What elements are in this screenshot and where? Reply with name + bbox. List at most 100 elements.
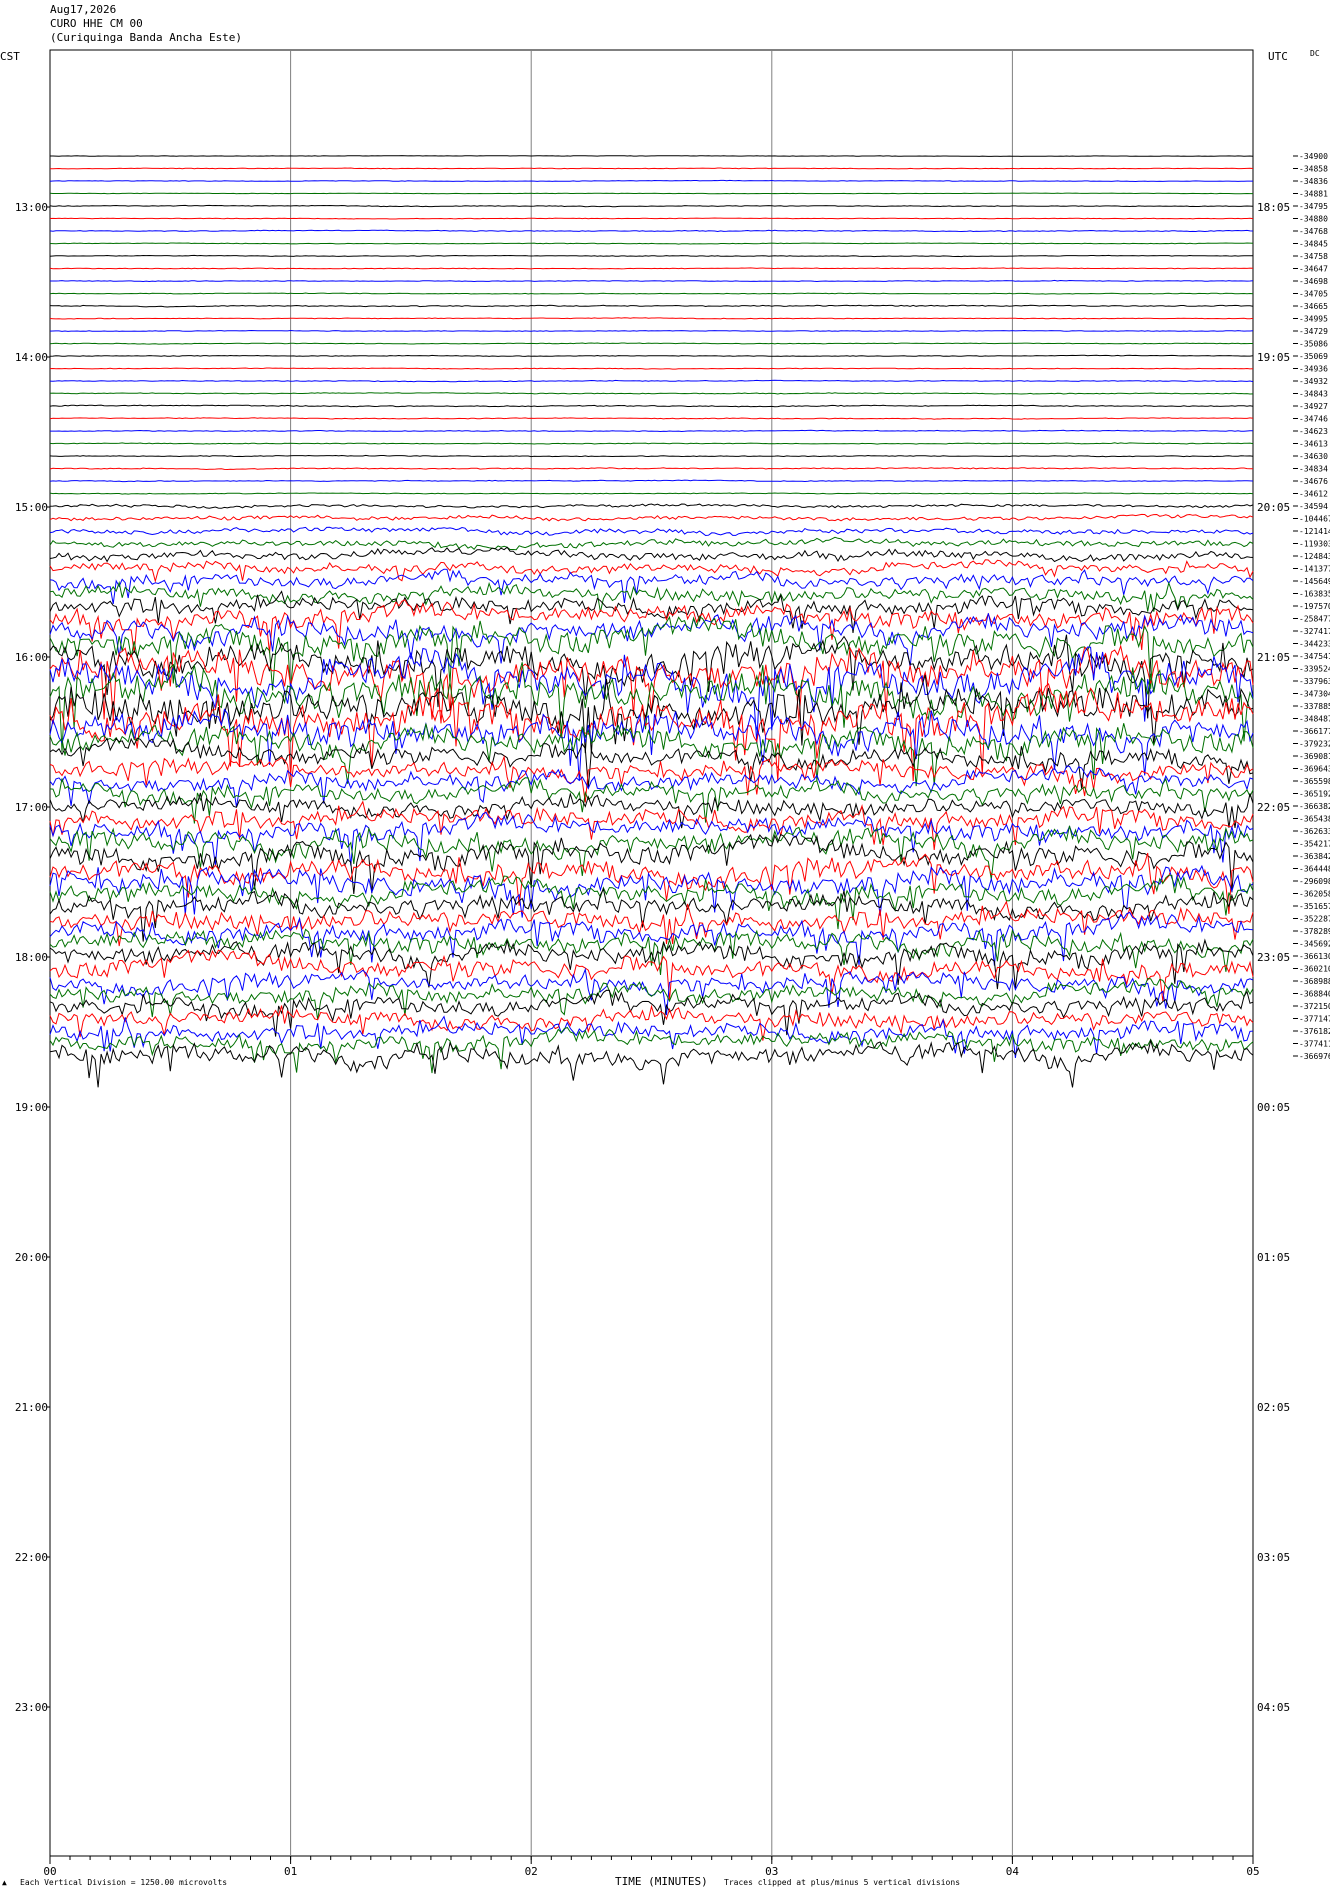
trace-offset-label: -34927 — [1299, 402, 1328, 411]
right-hour-label: 19:05 — [1257, 351, 1290, 364]
seismic-trace — [49, 615, 1254, 691]
trace-offset-label: -378289 — [1299, 927, 1330, 936]
seismic-trace — [49, 526, 1254, 537]
header-date: Aug17,2026 — [50, 3, 117, 16]
trace-offset-label: -366976 — [1299, 1052, 1330, 1061]
seismic-trace — [49, 683, 1254, 782]
seismic-trace — [49, 568, 1254, 604]
trace-offset-label: -119303 — [1299, 540, 1330, 549]
seismic-trace — [49, 708, 1254, 781]
trace-offset-label: -34758 — [1299, 252, 1328, 261]
seismic-trace — [49, 379, 1254, 383]
trace-offset-label: -379232 — [1299, 740, 1330, 749]
seismic-trace — [49, 1004, 1254, 1041]
trace-offset-label: -377147 — [1299, 1015, 1330, 1024]
x-axis-label: TIME (MINUTES) — [615, 1875, 708, 1888]
trace-offset-label: -372150 — [1299, 1002, 1330, 1011]
trace-offset-label: -34594 — [1299, 502, 1328, 511]
seismic-trace — [49, 503, 1254, 509]
trace-offset-label: -369081 — [1299, 752, 1330, 761]
trace-offset-label: -34836 — [1299, 177, 1328, 186]
trace-offset-label: -362633 — [1299, 827, 1330, 836]
x-tick-label: 05 — [1246, 1865, 1259, 1878]
header-channel: CURO HHE CM 00 — [50, 17, 143, 30]
trace-offset-label: -34768 — [1299, 227, 1328, 236]
seismic-trace — [49, 454, 1254, 458]
right-hour-label: 01:05 — [1257, 1251, 1290, 1264]
trace-offset-label: -34729 — [1299, 327, 1328, 336]
trace-offset-label: -35069 — [1299, 352, 1328, 361]
trace-offset-label: -348487 — [1299, 715, 1330, 724]
x-minor-ticks — [69, 1856, 1234, 1860]
trace-offset-label: -365192 — [1299, 790, 1330, 799]
right-hour-label: 04:05 — [1257, 1701, 1290, 1714]
seismic-trace — [49, 777, 1254, 824]
trace-offset-label: -34834 — [1299, 465, 1328, 474]
trace-offset-label: -197570 — [1299, 602, 1330, 611]
trace-offset-label: -34705 — [1299, 290, 1328, 299]
seismic-trace — [49, 800, 1254, 850]
trace-offset-label: -34932 — [1299, 377, 1328, 386]
left-hour-label: 23:00 — [15, 1701, 48, 1714]
seismic-trace — [49, 217, 1254, 220]
seismic-trace — [49, 254, 1253, 258]
trace-offset-label: -363842 — [1299, 852, 1330, 861]
trace-offset-label: -347304 — [1299, 690, 1330, 699]
trace-offset-label: -35086 — [1299, 340, 1328, 349]
x-tick-label: 01 — [284, 1865, 297, 1878]
trace-offset-label: -121414 — [1299, 527, 1330, 536]
trace-offset-label: -351657 — [1299, 902, 1330, 911]
seismic-trace — [50, 167, 1254, 170]
trace-offset-label: -141377 — [1299, 565, 1330, 574]
seismic-trace — [49, 292, 1254, 295]
trace-offset-label: -34612 — [1299, 490, 1328, 499]
right-hour-label: 02:05 — [1257, 1401, 1290, 1414]
helicorder-plot: 00 01 02 03 04 05 13:00 14:00 15:00 16:00 17:00 18:… — [15, 49, 1330, 1878]
seismic-trace — [49, 179, 1253, 183]
x-tick-label: 03 — [765, 1865, 778, 1878]
trace-offset-label: -377411 — [1299, 1040, 1330, 1049]
seismic-trace — [49, 404, 1254, 408]
header-station-name: (Curiquinga Banda Ancha Este) — [50, 31, 243, 44]
seismic-trace — [49, 417, 1254, 420]
trace-offset-label: -163835 — [1299, 590, 1330, 599]
left-hour-label: 13:00 — [15, 201, 48, 214]
trace-offset-label: -34795 — [1299, 202, 1328, 211]
seismic-trace — [49, 354, 1254, 357]
left-timezone-label: CST — [0, 50, 20, 63]
trace-offset-label: -145649 — [1299, 577, 1330, 586]
trace-offset-label: -34647 — [1299, 265, 1328, 274]
left-hour-label: 19:00 — [15, 1101, 48, 1114]
seismic-trace — [49, 192, 1253, 195]
seismic-trace — [49, 342, 1253, 345]
trace-offset-label: -347541 — [1299, 652, 1330, 661]
seismic-trace — [49, 792, 1254, 829]
axis-labels: 00 01 02 03 04 05 13:00 14:00 15:00 16:00 17:00 18:… — [15, 152, 1330, 1878]
trace-offset-label: -34623 — [1299, 427, 1328, 436]
seismic-trace — [49, 513, 1254, 522]
x-tick-label: 04 — [1006, 1865, 1020, 1878]
trace-offset-label: -34881 — [1299, 190, 1328, 199]
trace-offset-label: -104467 — [1299, 515, 1330, 524]
seismic-trace — [49, 833, 1254, 895]
seismic-trace — [50, 279, 1254, 283]
trace-offset-label: -296098 — [1299, 877, 1330, 886]
seismic-trace — [49, 492, 1254, 495]
trace-offset-label: -34936 — [1299, 365, 1328, 374]
seismic-trace — [49, 229, 1254, 233]
trace-offset-label: -34845 — [1299, 240, 1328, 249]
seismic-trace — [49, 559, 1254, 584]
seismic-trace — [49, 242, 1254, 245]
scale-note: Each Vertical Division = 1250.00 microvo… — [20, 1878, 228, 1887]
trace-offset-label: -34858 — [1299, 165, 1328, 174]
seismic-trace — [49, 546, 1254, 563]
trace-offset-label: -34698 — [1299, 277, 1328, 286]
seismic-trace — [50, 155, 1254, 157]
trace-offset-label: -364448 — [1299, 865, 1330, 874]
seismic-trace — [49, 536, 1254, 551]
seismic-trace — [49, 467, 1253, 471]
seismic-trace — [49, 392, 1254, 395]
right-timezone-label: UTC — [1268, 50, 1288, 63]
trace-group — [49, 155, 1254, 1088]
seismic-trace — [49, 580, 1254, 613]
